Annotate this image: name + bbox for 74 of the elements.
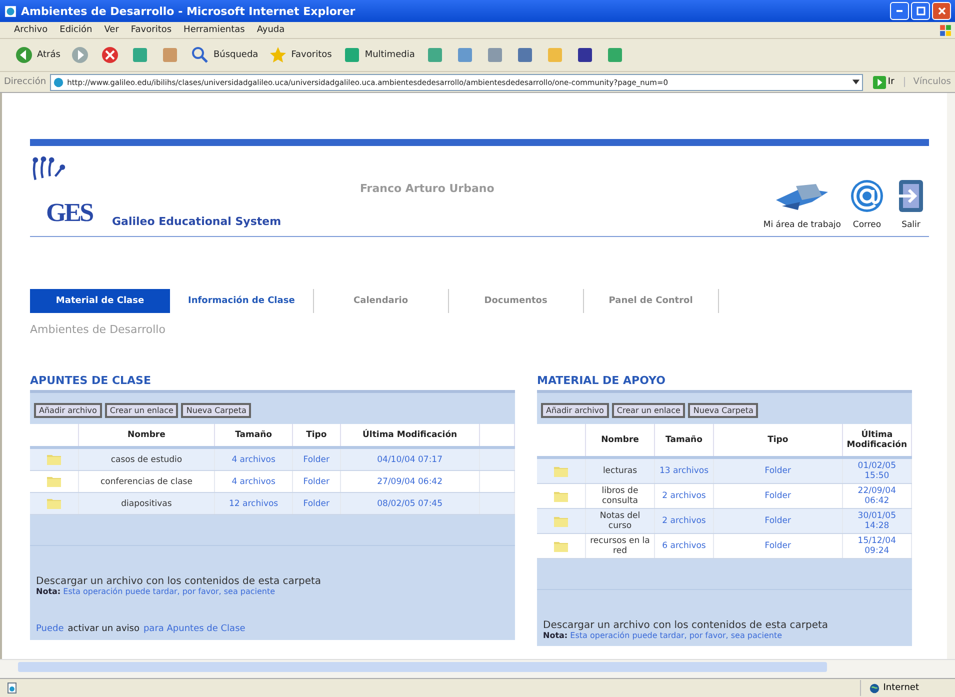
menu-item[interactable]: Ayuda — [256, 25, 285, 35]
folder-name[interactable]: recursos en la red — [590, 536, 650, 556]
globe-icon — [869, 682, 880, 694]
tab[interactable]: Información de Clase — [170, 289, 314, 313]
horizontal-scrollbar[interactable] — [0, 659, 955, 678]
action-button[interactable]: Añadir archivo — [541, 403, 609, 418]
note-text: Nota: Esta operación puede tardar, por favor, sea paciente — [543, 631, 784, 640]
page-icon — [53, 76, 64, 88]
date-link[interactable]: 22/09/04 06:42 — [846, 486, 907, 506]
tab[interactable]: Documentos — [448, 289, 584, 313]
search-icon — [190, 45, 210, 65]
maximize-button[interactable] — [911, 2, 930, 20]
window-title: Ambientes de Desarrollo - Microsoft Internet Explorer — [21, 4, 356, 18]
menu-item[interactable]: Archivo — [14, 25, 48, 35]
note-text: Nota: Esta operación puede tardar, por favor, sea paciente — [36, 587, 276, 596]
type-text: Folder — [764, 466, 792, 476]
stop-icon — [100, 45, 120, 65]
minimize-button[interactable] — [890, 2, 909, 20]
file-count-link[interactable]: 6 archivos — [659, 541, 709, 551]
section-title: MATERIAL DE APOYO — [537, 374, 666, 387]
favorites-button[interactable]: Favoritos — [266, 43, 334, 67]
windows-logo-icon — [939, 24, 952, 36]
action-button[interactable]: Nueva Carpeta — [181, 403, 252, 418]
action-button[interactable]: Añadir archivo — [34, 403, 102, 418]
browser-icon — [4, 4, 17, 18]
minimize-icon — [896, 10, 903, 12]
folder-name[interactable]: conferencias de clase — [83, 476, 210, 486]
back-button[interactable]: Atrás — [12, 43, 62, 67]
file-count-link[interactable]: 2 archivos — [659, 491, 709, 501]
maximize-icon — [916, 6, 926, 16]
media-button[interactable]: Multimedia — [340, 43, 417, 67]
type-text: Folder — [764, 491, 792, 501]
go-button[interactable]: Ir — [866, 76, 900, 88]
workspace-link[interactable]: Mi área de trabajo — [763, 178, 841, 230]
file-count-link[interactable]: 4 archivos — [218, 476, 288, 486]
tab[interactable]: Material de Clase — [30, 289, 170, 313]
logout-link[interactable]: Salir — [893, 178, 929, 230]
system-name: Galileo Educational System — [112, 215, 282, 228]
download-link[interactable]: Descargar un archivo con los contenidos de esta carpeta — [36, 576, 509, 587]
zone-indicator: Internet — [860, 680, 949, 696]
date-link[interactable]: 15/12/04 09:24 — [846, 536, 907, 556]
at-sign-icon — [849, 178, 885, 214]
action-button[interactable]: Crear un enlace — [104, 403, 178, 418]
search-button[interactable]: Búsqueda — [188, 43, 260, 67]
type-text: Folder — [302, 454, 331, 464]
type-text: Folder — [764, 541, 792, 551]
download-link[interactable]: Descargar un archivo con los contenidos de esta carpeta — [543, 620, 906, 631]
action-button[interactable]: Crear un enlace — [612, 403, 686, 418]
star-icon — [268, 45, 288, 65]
breadcrumb: Ambientes de Desarrollo — [30, 323, 166, 336]
crown-logo-icon — [30, 156, 66, 182]
close-icon — [936, 6, 946, 16]
tab[interactable]: Panel de Control — [584, 289, 719, 313]
logo-text: GES — [46, 198, 92, 228]
tab[interactable]: Calendario — [314, 289, 449, 313]
menu-item[interactable]: Herramientas — [184, 25, 245, 35]
type-text: Folder — [764, 516, 792, 526]
page-icon — [6, 682, 18, 694]
close-button[interactable] — [932, 2, 951, 20]
alert-text: activar un aviso — [68, 624, 140, 634]
vertical-scrollbar[interactable] — [947, 93, 955, 659]
alert-link[interactable]: Puede — [36, 624, 64, 634]
date-link[interactable]: 27/09/04 06:42 — [344, 476, 475, 486]
type-text: Folder — [302, 498, 331, 508]
section-title: APUNTES DE CLASE — [30, 374, 152, 387]
user-name: Franco Arturo Urbano — [360, 182, 496, 195]
type-text: Folder — [302, 476, 331, 486]
menu-item[interactable]: Ver — [104, 25, 119, 35]
menu-item[interactable]: Edición — [60, 25, 92, 35]
address-label: Dirección — [4, 77, 46, 87]
folder-name[interactable]: libros de consulta — [590, 486, 650, 506]
menu-item[interactable]: Favoritos — [130, 25, 172, 35]
action-button[interactable]: Nueva Carpeta — [688, 403, 758, 418]
mail-link[interactable]: Correo — [849, 178, 885, 230]
